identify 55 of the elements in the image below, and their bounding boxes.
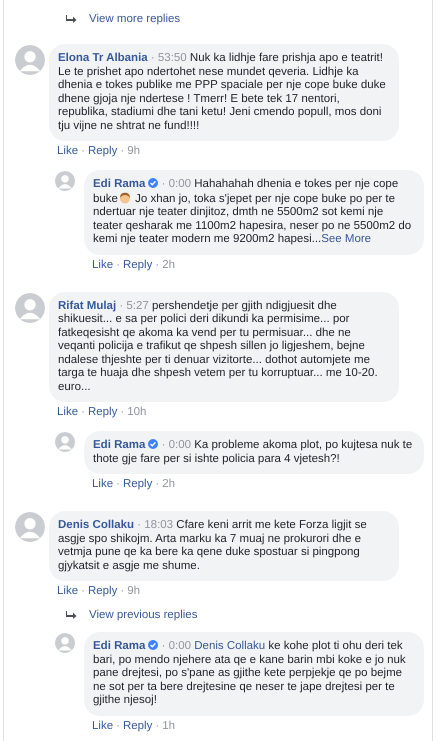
dot-separator: · [155, 258, 160, 272]
avatar [55, 171, 75, 191]
avatar [55, 432, 75, 452]
action-link[interactable]: Reply [122, 258, 152, 272]
comment-text: Edi Rama · 0:00 Ka probleme akoma plot, po kujtesa nuk te thote gje fare per si ishte policia para 4 vjetesh?! [93, 439, 412, 464]
action-link[interactable]: Like [57, 584, 78, 598]
avatar [15, 292, 45, 322]
author-name[interactable]: Denis Collaku [58, 519, 134, 531]
dot-separator: · [120, 144, 124, 158]
avatar [15, 45, 45, 75]
action-link[interactable]: Reply [88, 584, 118, 598]
view-replies-link[interactable]: View previous replies [89, 608, 198, 622]
view-replies-link[interactable]: View more replies [89, 12, 180, 26]
dot-separator: · [116, 718, 120, 732]
comment-text: Edi Rama · 0:00 Denis Collaku ke kohe plot ti ohu deri tek bari, po mendo njehere ata qe e kane barin mbi koke e jo nuk pane drejtesi, po s'pane as gjithe kete perpjekje qe po bejme ne sot per ta bere drejtesine qe neser te jape drejtesi per te gjithe njesoj! [93, 640, 406, 706]
comment-text: Elona Tr Albania · 53:50 Nuk ka lidhje fare prishja apo e teatrit! Le te prishet apo ndertohet nese mundet qeveria. Lidhje ka dhenia e tokes publike me PPP spaciale per nje cope buke duke dhene gjoja nje ndertese ! Tmerr! E bete tek 17 nentori, republika, stadiumi dhe tani ketu! Jeni cmendo popull, mos doni tju vijne ne shtrat ne fund!!!! [58, 52, 386, 132]
action-link[interactable]: Reply [88, 405, 118, 419]
comment-age: 9h [127, 584, 140, 598]
action-link[interactable]: Like [57, 144, 78, 158]
action-link[interactable]: Like [92, 258, 114, 272]
action-link[interactable]: Reply [122, 718, 152, 732]
dot-separator: · [116, 258, 120, 272]
comment-text: Rifat Mulaj · 5:27 pershendetje per gjith ndigjuesit dhe shikuesit... e sa per polici deri dikundi ka permisime... por fatkeqesisht qe akoma ka vend per tu permisuar... dhe ne veqanti policija e trafikut qe shpesh sillen jo ligjeshem, bejne ndalese thjeshte per ti denuar vizitorte... dothot automjete me targa te huaja dhe shpesh vetem per tu korruptuar... me 10-20. euro... [58, 300, 378, 392]
dot-separator: · [120, 405, 124, 419]
comment-text: Denis Collaku · 18:03 Cfare keni arrit me kete Forza ligjit se asgje spo shikojm. Arta marku ka 7 muaj ne prokurori dhe e vetmja pune qe ka bere ka qene duke spostuar si pingpong gjykatsit e asgje me shume. [58, 519, 367, 572]
author-name[interactable]: Elona Tr Albania [58, 52, 148, 64]
dot-separator: · [120, 584, 124, 598]
action-link[interactable]: Reply [122, 477, 152, 491]
action-link[interactable]: Reply [88, 144, 118, 158]
avatar [55, 633, 75, 653]
comment-age: 9h [127, 144, 140, 158]
see-more-link[interactable]: See More [321, 233, 372, 245]
author-name[interactable]: Edi Rama [93, 640, 146, 652]
dot-separator: · [81, 144, 85, 158]
mention-link[interactable]: Denis Collaku [194, 640, 266, 652]
dot-separator: · [155, 718, 160, 732]
emoji-icon [118, 192, 131, 204]
comment-age: 2h [162, 477, 175, 491]
comment-text: Edi Rama · 0:00 Hahahahah dhenia e tokes per nje cope buke Jo xhan jo, toka s'jepet per nje cope buke po per te ndertuar nje teater dinjitoz, dmth ne 5500m2 sot kemi nje teater qesharak me 1100m2 hapesira, neser po ne 5500m2 do kemi nje teater modern me 9200m2 hapesi...See More [93, 178, 412, 245]
dot-separator: · [81, 584, 85, 598]
author-name[interactable]: Rifat Mulaj [58, 300, 116, 312]
author-name[interactable]: Edi Rama [93, 439, 146, 451]
comment-age: 10h [127, 405, 146, 419]
dot-separator: · [155, 477, 160, 491]
dot-separator: · [116, 477, 120, 491]
author-name[interactable]: Edi Rama [93, 178, 146, 190]
reply-arrow-icon [66, 611, 77, 619]
dot-separator: · [81, 405, 85, 419]
comment-age: 1h [162, 718, 175, 732]
avatar [15, 512, 45, 542]
action-link[interactable]: Like [92, 718, 114, 732]
action-link[interactable]: Like [57, 405, 78, 419]
action-link[interactable]: Like [92, 477, 114, 491]
comment-age: 2h [162, 258, 175, 272]
reply-arrow-icon [66, 15, 77, 23]
